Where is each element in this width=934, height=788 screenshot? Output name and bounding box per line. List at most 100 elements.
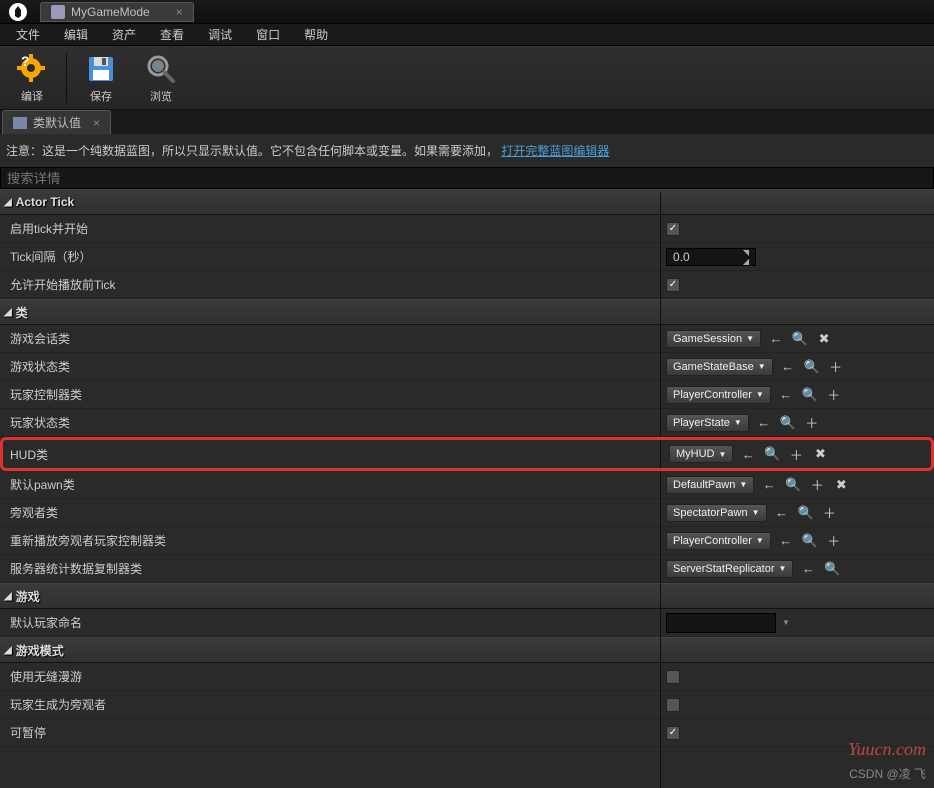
- close-icon[interactable]: ×: [176, 5, 183, 19]
- menu-asset[interactable]: 资产: [102, 24, 146, 45]
- prop-class-row: 游戏状态类 GameStateBase ▼ ← 🔍 ＋: [0, 353, 934, 381]
- open-full-editor-link[interactable]: 打开完整蓝图编辑器: [501, 144, 609, 158]
- class-dropdown[interactable]: GameStateBase ▼: [666, 358, 773, 376]
- plus-icon[interactable]: ＋: [803, 414, 821, 432]
- clear-icon[interactable]: ✖: [832, 476, 850, 494]
- prop-label: 游戏状态类: [0, 358, 660, 375]
- compile-label: 编译: [21, 88, 43, 104]
- prop-allow-tick-before-play: 允许开始播放前Tick: [0, 271, 934, 299]
- toolbar: ? 编译 保存 浏览: [0, 46, 934, 110]
- number-input[interactable]: 0.0 ◥◢: [666, 248, 756, 266]
- class-dropdown[interactable]: PlayerController▼: [666, 532, 771, 550]
- back-arrow-icon[interactable]: ←: [779, 358, 797, 376]
- plus-icon[interactable]: ＋: [787, 445, 805, 463]
- back-arrow-icon[interactable]: ←: [799, 560, 817, 578]
- checkbox[interactable]: [666, 698, 680, 712]
- class-dropdown[interactable]: PlayerController ▼: [666, 386, 771, 404]
- checkbox[interactable]: [666, 278, 680, 292]
- prop-label: 玩家控制器类: [0, 386, 660, 403]
- chevron-down-icon: ▼: [734, 418, 742, 427]
- column-splitter[interactable]: [660, 192, 661, 788]
- section-classes[interactable]: ◢ 类: [0, 299, 934, 325]
- search-icon[interactable]: 🔍: [823, 560, 841, 578]
- prop-label: 玩家状态类: [0, 414, 660, 431]
- dropdown-value: MyHUD: [676, 448, 715, 460]
- svg-text:?: ?: [21, 53, 30, 69]
- back-arrow-icon[interactable]: ←: [777, 386, 795, 404]
- blueprint-icon: [51, 5, 65, 19]
- search-icon[interactable]: 🔍: [797, 504, 815, 522]
- section-title: 类: [16, 304, 28, 321]
- compile-button[interactable]: ? 编译: [2, 48, 62, 108]
- class-defaults-tab[interactable]: 类默认值 ×: [2, 110, 111, 134]
- search-icon[interactable]: 🔍: [803, 358, 821, 376]
- chevron-down-icon: ▼: [746, 334, 754, 343]
- plus-icon[interactable]: ＋: [825, 386, 843, 404]
- class-dropdown[interactable]: SpectatorPawn▼: [666, 504, 767, 522]
- dropdown-value: GameSession: [673, 333, 742, 345]
- close-icon[interactable]: ×: [93, 116, 100, 130]
- checkbox[interactable]: [666, 222, 680, 236]
- section-title: 游戏: [16, 588, 40, 605]
- class-dropdown[interactable]: ServerStatReplicator▼: [666, 560, 793, 578]
- plus-icon[interactable]: ＋: [827, 358, 845, 376]
- section-game-mode[interactable]: ◢ 游戏模式: [0, 637, 934, 663]
- checkbox[interactable]: [666, 726, 680, 740]
- class-dropdown[interactable]: PlayerState▼: [666, 414, 749, 432]
- save-button[interactable]: 保存: [71, 48, 131, 108]
- browse-label: 浏览: [150, 88, 172, 104]
- plus-icon[interactable]: ＋: [825, 532, 843, 550]
- dropdown-value: PlayerController: [673, 535, 752, 547]
- back-arrow-icon[interactable]: ←: [760, 476, 778, 494]
- section-actor-tick[interactable]: ◢ Actor Tick: [0, 189, 934, 215]
- clear-icon[interactable]: ✖: [815, 330, 833, 348]
- search-icon[interactable]: 🔍: [784, 476, 802, 494]
- plus-icon[interactable]: ＋: [808, 476, 826, 494]
- search-icon[interactable]: 🔍: [801, 386, 819, 404]
- menu-debug[interactable]: 调试: [198, 24, 242, 45]
- section-game[interactable]: ◢ 游戏: [0, 583, 934, 609]
- search-icon[interactable]: 🔍: [801, 532, 819, 550]
- menu-help[interactable]: 帮助: [294, 24, 338, 45]
- text-input[interactable]: [666, 613, 776, 633]
- search-icon[interactable]: 🔍: [791, 330, 809, 348]
- search-icon[interactable]: 🔍: [763, 445, 781, 463]
- prop-class-row: 游戏会话类GameSession▼←🔍✖: [0, 325, 934, 353]
- collapse-icon: ◢: [4, 307, 12, 318]
- search-icon[interactable]: 🔍: [779, 414, 797, 432]
- search-input[interactable]: [0, 167, 934, 189]
- document-tab[interactable]: MyGameMode ×: [40, 2, 194, 22]
- prop-pausable: 可暂停: [0, 719, 934, 747]
- chevron-down-icon: ▼: [756, 390, 764, 399]
- chevron-down-icon: ▼: [739, 480, 747, 489]
- checkbox[interactable]: [666, 670, 680, 684]
- menu-window[interactable]: 窗口: [246, 24, 290, 45]
- back-arrow-icon[interactable]: ←: [767, 330, 785, 348]
- prop-class-row: 默认pawn类DefaultPawn▼←🔍＋✖: [0, 471, 934, 499]
- menu-view[interactable]: 查看: [150, 24, 194, 45]
- info-bar: 注意：这是一个纯数据蓝图，所以只显示默认值。它不包含任何脚本或变量。如果需要添加…: [0, 134, 934, 167]
- class-dropdown[interactable]: GameSession ▼: [666, 330, 761, 348]
- plus-icon[interactable]: ＋: [821, 504, 839, 522]
- dropdown-value: GameStateBase: [673, 361, 754, 373]
- back-arrow-icon[interactable]: ←: [777, 532, 795, 550]
- back-arrow-icon[interactable]: ←: [755, 414, 773, 432]
- info-text: 注意：这是一个纯数据蓝图，所以只显示默认值。它不包含任何脚本或变量。如果需要添加…: [6, 144, 498, 158]
- panel-tabs: 类默认值 ×: [0, 110, 934, 134]
- dropdown-value: PlayerController: [673, 389, 752, 401]
- menu-file[interactable]: 文件: [6, 24, 50, 45]
- prop-class-row: 玩家状态类 PlayerState▼ ← 🔍 ＋: [0, 409, 934, 437]
- clear-icon[interactable]: ✖: [811, 445, 829, 463]
- dropdown-value: DefaultPawn: [673, 479, 735, 491]
- back-arrow-icon[interactable]: ←: [773, 504, 791, 522]
- menu-edit[interactable]: 编辑: [54, 24, 98, 45]
- chevron-down-icon: ▼: [758, 362, 766, 371]
- chevron-down-icon[interactable]: ▼: [782, 618, 790, 627]
- class-dropdown[interactable]: DefaultPawn ▼: [666, 476, 754, 494]
- browse-button[interactable]: 浏览: [131, 48, 191, 108]
- back-arrow-icon[interactable]: ←: [739, 445, 757, 463]
- menu-bar: 文件 编辑 资产 查看 调试 窗口 帮助: [0, 24, 934, 46]
- class-dropdown[interactable]: MyHUD▼: [669, 445, 733, 463]
- spinner-icon[interactable]: ◥◢: [743, 248, 749, 266]
- prop-label: 重新播放旁观者玩家控制器类: [0, 532, 660, 549]
